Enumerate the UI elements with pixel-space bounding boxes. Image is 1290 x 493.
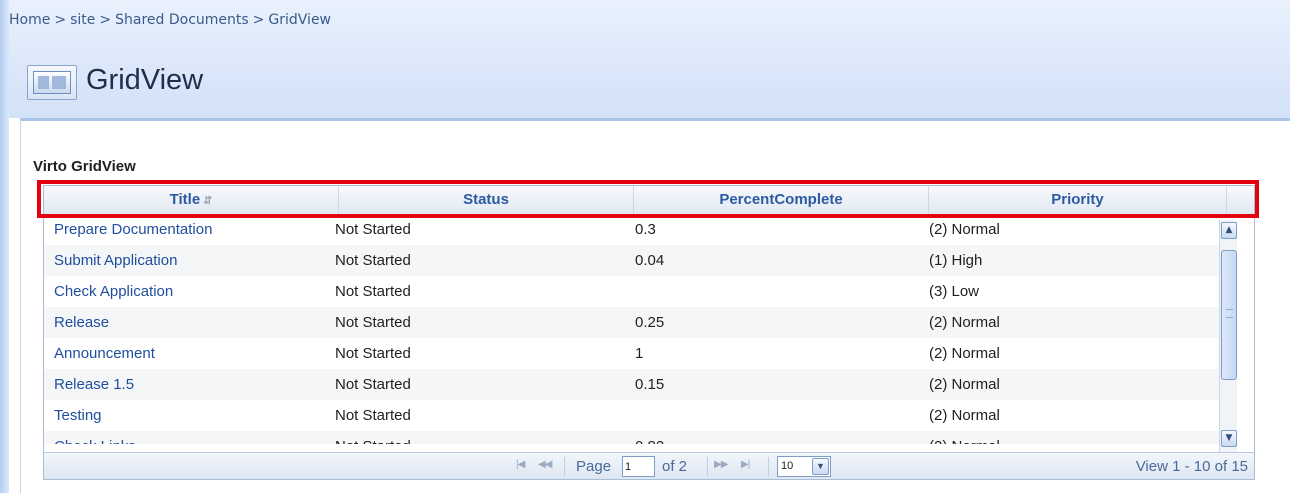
priority-cell: (2) Normal <box>929 407 1000 424</box>
percent-cell: 0.15 <box>635 376 665 393</box>
pager-divider <box>707 457 708 476</box>
breadcrumb-site[interactable]: site <box>70 12 95 28</box>
column-header-title[interactable]: Title ⇵ <box>44 186 339 214</box>
title-cell[interactable]: Check Links <box>54 431 136 444</box>
grid-header: Title ⇵ Status PercentComplete Priority <box>44 186 1254 215</box>
priority-cell: (2) Normal <box>929 431 1000 444</box>
page-count-label: of 2 <box>662 458 688 475</box>
status-cell: Not Started <box>335 314 411 331</box>
breadcrumb: Home > site > Shared Documents > GridView <box>9 12 331 28</box>
breadcrumb-home[interactable]: Home <box>9 12 50 28</box>
last-page-icon[interactable]: ▶| <box>741 459 750 470</box>
status-cell: Not Started <box>335 252 411 269</box>
title-cell[interactable]: Submit Application <box>54 245 177 276</box>
status-cell: Not Started <box>335 407 411 424</box>
percent-cell: 0.04 <box>635 252 665 269</box>
web-part-title: Virto GridView <box>33 158 136 175</box>
column-header-status[interactable]: Status <box>339 186 634 214</box>
list-view-icon <box>27 65 77 100</box>
breadcrumb-separator: > <box>54 12 67 28</box>
table-row[interactable]: Release Not Started 0.25 (2) Normal <box>44 307 1227 338</box>
breadcrumb-separator: > <box>252 12 265 28</box>
title-cell[interactable]: Check Application <box>54 276 173 307</box>
data-grid: Title ⇵ Status PercentComplete Priority P… <box>43 185 1255 467</box>
page-size-value: 10 <box>781 460 794 472</box>
column-header-label: PercentComplete <box>719 191 843 208</box>
title-cell[interactable]: Testing <box>54 400 102 431</box>
table-row[interactable]: Testing Not Started (2) Normal <box>44 400 1227 431</box>
title-cell[interactable]: Announcement <box>54 338 155 369</box>
percent-cell: 0.82 <box>635 431 664 444</box>
status-cell: Not Started <box>335 431 411 444</box>
status-cell: Not Started <box>335 283 411 300</box>
table-row[interactable]: Check Application Not Started (3) Low <box>44 276 1227 307</box>
table-row[interactable]: Release 1.5 Not Started 0.15 (2) Normal <box>44 369 1227 400</box>
grid-rows: Prepare Documentation Not Started 0.3 (2… <box>44 214 1227 444</box>
next-page-icon[interactable]: ▶▶ <box>714 459 728 470</box>
page-title: GridView <box>86 64 204 96</box>
breadcrumb-shared-documents[interactable]: Shared Documents <box>115 12 249 28</box>
column-header-priority[interactable]: Priority <box>929 186 1227 214</box>
pager-divider <box>768 457 769 476</box>
breadcrumb-separator: > <box>99 12 112 28</box>
percent-cell: 0.3 <box>635 221 656 238</box>
column-header-label: Title <box>169 191 201 208</box>
page-label: Page <box>576 458 612 475</box>
title-cell[interactable]: Release 1.5 <box>54 369 134 400</box>
priority-cell: (2) Normal <box>929 376 1000 393</box>
left-edge-strip <box>0 0 9 493</box>
column-header-label: Status <box>463 191 509 208</box>
priority-cell: (2) Normal <box>929 314 1000 331</box>
scroll-up-icon[interactable]: ▲ <box>1221 222 1237 239</box>
vertical-scrollbar[interactable]: ▲ ▼ <box>1219 220 1237 452</box>
table-row[interactable]: Check Links Not Started 0.82 (2) Normal <box>44 431 1227 444</box>
percent-cell: 1 <box>635 345 644 362</box>
table-row[interactable]: Prepare Documentation Not Started 0.3 (2… <box>44 214 1227 245</box>
priority-cell: (1) High <box>929 252 983 269</box>
view-range-label: View 1 - 10 of 15 <box>1135 458 1248 475</box>
priority-cell: (2) Normal <box>929 221 1000 238</box>
previous-page-icon[interactable]: ◀◀ <box>538 459 552 470</box>
page-header: Home > site > Shared Documents > GridView <box>9 0 1290 118</box>
chevron-down-icon[interactable]: ▼ <box>812 458 829 475</box>
page-size-select[interactable]: 10 ▼ <box>777 456 831 477</box>
sort-icon[interactable]: ⇵ <box>203 195 212 207</box>
scrollbar-thumb[interactable] <box>1221 250 1237 380</box>
status-cell: Not Started <box>335 376 411 393</box>
column-header-percent-complete[interactable]: PercentComplete <box>634 186 929 214</box>
priority-cell: (3) Low <box>929 283 980 300</box>
title-cell[interactable]: Prepare Documentation <box>54 214 212 245</box>
status-cell: Not Started <box>335 345 411 362</box>
percent-cell: 0.25 <box>635 314 665 331</box>
column-header-label: Priority <box>1051 191 1104 208</box>
pager: |◀ ◀◀ Page of 2 ▶▶ ▶| 10 ▼ View 1 - 10 o… <box>43 452 1255 480</box>
priority-cell: (2) Normal <box>929 345 1000 362</box>
pager-divider <box>564 457 565 476</box>
table-row[interactable]: Submit Application Not Started 0.04 (1) … <box>44 245 1227 276</box>
first-page-icon[interactable]: |◀ <box>516 459 525 470</box>
scroll-down-icon[interactable]: ▼ <box>1221 430 1237 447</box>
table-row[interactable]: Announcement Not Started 1 (2) Normal <box>44 338 1227 369</box>
breadcrumb-gridview[interactable]: GridView <box>268 12 331 28</box>
status-cell: Not Started <box>335 221 411 238</box>
title-cell[interactable]: Release <box>54 307 109 338</box>
page-number-input[interactable] <box>622 456 655 477</box>
